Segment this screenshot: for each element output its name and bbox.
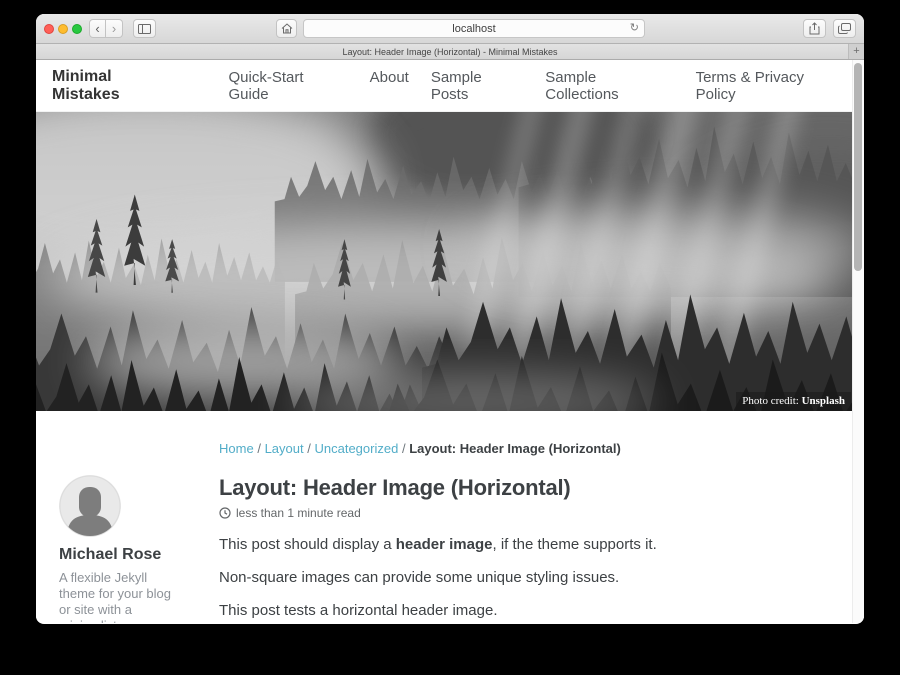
tabs-icon <box>838 23 851 34</box>
scrollbar-track[interactable] <box>852 60 864 623</box>
breadcrumb-current: Layout: Header Image (Horizontal) <box>409 441 621 456</box>
active-tab[interactable]: Layout: Header Image (Horizontal) - Mini… <box>342 47 557 57</box>
breadcrumb-home[interactable]: Home <box>219 441 254 456</box>
header-image: Photo credit: Unsplash <box>36 112 864 411</box>
share-button[interactable] <box>803 19 826 38</box>
post-meta: less than 1 minute read <box>219 506 844 520</box>
home-icon <box>281 23 293 34</box>
breadcrumb-uncategorized[interactable]: Uncategorized <box>314 441 398 456</box>
bold-text: header image <box>396 536 493 553</box>
author-bio: A flexible Jekyll theme for your blog or… <box>59 570 175 623</box>
nav-terms-privacy[interactable]: Terms & Privacy Policy <box>696 69 848 103</box>
paragraph-1: This post should display a header image,… <box>219 535 844 555</box>
back-icon: ‹ <box>95 22 99 35</box>
traffic-lights <box>44 24 82 34</box>
back-button[interactable]: ‹ <box>89 19 106 38</box>
author-avatar <box>59 475 121 537</box>
forward-icon: › <box>112 22 116 35</box>
close-window-button[interactable] <box>44 24 54 34</box>
nav-sample-posts[interactable]: Sample Posts <box>431 69 523 103</box>
sidebar-toggle-button[interactable] <box>133 19 156 38</box>
zoom-window-button[interactable] <box>72 24 82 34</box>
site-title-link[interactable]: Minimal Mistakes <box>52 68 184 104</box>
home-button[interactable] <box>276 19 297 38</box>
post-article: Layout: Header Image (Horizontal) less t… <box>219 475 844 623</box>
nav-quick-start-guide[interactable]: Quick-Start Guide <box>229 69 348 103</box>
breadcrumb-separator: / <box>307 441 311 456</box>
sidebar-icon <box>138 24 151 34</box>
show-tabs-button[interactable] <box>833 19 856 38</box>
address-bar[interactable]: localhost ↻ <box>303 19 645 38</box>
paragraph-3: This post tests a horizontal header imag… <box>219 601 844 621</box>
photo-credit: Photo credit: Unsplash <box>736 392 851 411</box>
site-masthead: Minimal Mistakes Quick-Start Guide About… <box>36 60 864 112</box>
author-name: Michael Rose <box>59 546 219 564</box>
clock-icon <box>219 507 231 519</box>
tab-bar: Layout: Header Image (Horizontal) - Mini… <box>36 44 864 60</box>
breadcrumb-layout[interactable]: Layout <box>265 441 304 456</box>
nav-sample-collections[interactable]: Sample Collections <box>545 69 673 103</box>
new-tab-button[interactable]: + <box>848 44 864 59</box>
web-content: Minimal Mistakes Quick-Start Guide About… <box>36 60 864 623</box>
scrollbar-thumb[interactable] <box>854 63 862 271</box>
site-nav: Quick-Start Guide About Sample Posts Sam… <box>229 69 848 103</box>
minimize-window-button[interactable] <box>58 24 68 34</box>
history-nav-group: ‹ › <box>89 19 123 38</box>
share-icon <box>809 22 820 35</box>
foggy-forest-image <box>36 112 864 411</box>
forward-button[interactable]: › <box>106 19 123 38</box>
breadcrumb-separator: / <box>402 441 406 456</box>
page-body: Home / Layout / Uncategorized / Layout: … <box>36 411 864 623</box>
browser-window: ‹ › localhost ↻ Layout: Header Image (Ho… <box>36 14 864 624</box>
photo-credit-link[interactable]: Unsplash <box>802 395 845 407</box>
author-sidebar: Michael Rose A flexible Jekyll theme for… <box>59 475 219 623</box>
reload-icon: ↻ <box>630 22 639 34</box>
url-text: localhost <box>452 23 495 35</box>
browser-toolbar: ‹ › localhost ↻ <box>36 14 864 44</box>
post-title: Layout: Header Image (Horizontal) <box>219 475 844 501</box>
paragraph-2: Non-square images can provide some uniqu… <box>219 568 844 588</box>
breadcrumb-separator: / <box>257 441 261 456</box>
photo-credit-label: Photo credit: <box>742 395 801 407</box>
reload-button[interactable]: ↻ <box>630 21 639 34</box>
post-body: This post should display a header image,… <box>219 535 844 621</box>
nav-about[interactable]: About <box>370 69 409 103</box>
read-time: less than 1 minute read <box>236 506 361 520</box>
breadcrumb: Home / Layout / Uncategorized / Layout: … <box>219 441 844 456</box>
